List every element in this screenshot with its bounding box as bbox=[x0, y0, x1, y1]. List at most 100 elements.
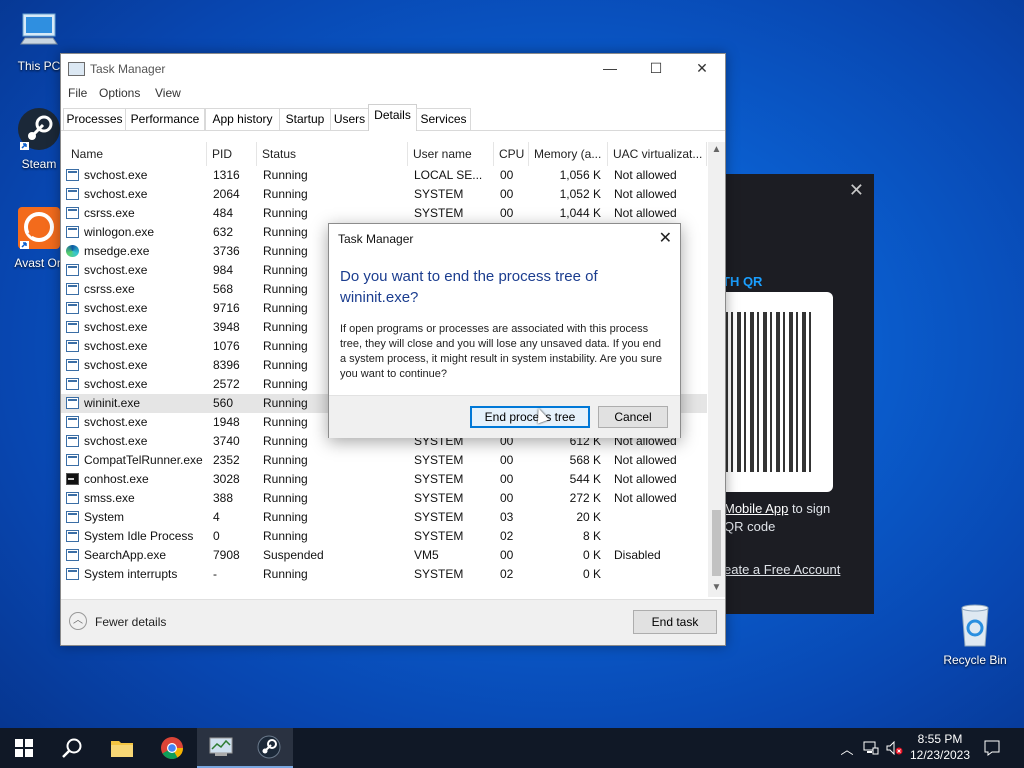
close-button[interactable]: ✕ bbox=[679, 54, 725, 82]
end-process-tree-button[interactable]: End process tree bbox=[470, 406, 590, 428]
cell-cpu: 00 bbox=[500, 491, 514, 505]
cell-memory: 568 K bbox=[569, 453, 601, 467]
qr-code-icon bbox=[724, 312, 812, 472]
process-icon bbox=[66, 492, 79, 504]
network-icon[interactable] bbox=[860, 728, 882, 768]
title-bar[interactable]: Task Manager — ☐ ✕ bbox=[61, 54, 725, 82]
cell-user: SYSTEM bbox=[414, 206, 464, 220]
chevron-up-icon[interactable]: ︿ bbox=[69, 612, 87, 630]
cell-uac: Not allowed bbox=[614, 168, 677, 182]
mobile-app-link[interactable]: Mobile App bbox=[724, 501, 788, 516]
cell-name: svchost.exe bbox=[84, 377, 148, 391]
scroll-up-icon[interactable]: ▲ bbox=[708, 144, 725, 155]
column-pid[interactable]: PID bbox=[207, 142, 257, 166]
cell-name: svchost.exe bbox=[84, 358, 148, 372]
cell-name: svchost.exe bbox=[84, 339, 148, 353]
process-icon bbox=[66, 549, 79, 561]
table-row[interactable]: svchost.exe 2064 Running SYSTEM 00 1,052 K Not… bbox=[61, 185, 707, 204]
cell-name: csrss.exe bbox=[84, 282, 135, 296]
column-uac[interactable]: UAC virtualizat... bbox=[608, 142, 707, 166]
cell-uac: Not allowed bbox=[614, 187, 677, 201]
tab-services[interactable]: Services bbox=[416, 108, 471, 130]
tab-startup[interactable]: Startup bbox=[279, 108, 331, 130]
table-row[interactable]: svchost.exe 1316 Running LOCAL SE... 00 1,056… bbox=[61, 166, 707, 185]
cell-memory: 272 K bbox=[569, 491, 601, 505]
file-explorer-button[interactable] bbox=[98, 728, 146, 768]
scroll-thumb[interactable] bbox=[712, 510, 721, 576]
cell-pid: 632 bbox=[213, 225, 234, 239]
cell-status: Running bbox=[263, 529, 308, 543]
cell-pid: 3740 bbox=[213, 434, 240, 448]
create-account-link[interactable]: eate a Free Account bbox=[724, 562, 840, 577]
maximize-button[interactable]: ☐ bbox=[633, 54, 679, 82]
desktop-icon-recycle-bin[interactable]: Recycle Bin bbox=[940, 602, 1010, 667]
task-manager-taskbar-button[interactable] bbox=[197, 728, 245, 768]
cell-cpu: 00 bbox=[500, 472, 514, 486]
cell-pid: 4 bbox=[213, 510, 220, 524]
task-manager-icon bbox=[68, 62, 85, 76]
cell-status: Running bbox=[263, 453, 308, 467]
cell-name: msedge.exe bbox=[84, 244, 150, 258]
edge-icon bbox=[66, 245, 79, 257]
process-icon bbox=[66, 454, 79, 466]
column-status[interactable]: Status bbox=[257, 142, 408, 166]
tab-processes[interactable]: Processes bbox=[63, 108, 126, 130]
table-row[interactable]: smss.exe 388 Running SYSTEM 00 272 K Not allow… bbox=[61, 489, 707, 508]
fewer-details-link[interactable]: Fewer details bbox=[95, 615, 166, 629]
menu-view[interactable]: View bbox=[155, 86, 181, 100]
close-icon[interactable]: ✕ bbox=[659, 228, 672, 248]
search-button[interactable] bbox=[48, 728, 96, 768]
chevron-up-icon[interactable]: ︿ bbox=[838, 728, 856, 768]
end-task-button[interactable]: End task bbox=[633, 610, 717, 634]
recycle-bin-icon bbox=[961, 604, 989, 647]
column-memory[interactable]: Memory (a... bbox=[529, 142, 608, 166]
table-row[interactable]: SearchApp.exe 7908 Suspended VM5 00 0 K Disabl… bbox=[61, 546, 707, 565]
cell-memory: 0 K bbox=[582, 567, 601, 581]
menu-file[interactable]: File bbox=[68, 86, 87, 100]
cell-cpu: 02 bbox=[500, 567, 514, 581]
tab-details[interactable]: Details bbox=[368, 104, 417, 131]
column-user-name[interactable]: User name bbox=[408, 142, 494, 166]
cell-pid: 2572 bbox=[213, 377, 240, 391]
cell-memory: 0 K bbox=[582, 548, 601, 562]
chrome-button[interactable] bbox=[148, 728, 196, 768]
cell-cpu: 02 bbox=[500, 529, 514, 543]
cell-uac: Not allowed bbox=[614, 206, 677, 220]
cell-uac: Not allowed bbox=[614, 491, 677, 505]
cell-cpu: 00 bbox=[500, 548, 514, 562]
qr-title: TH QR bbox=[722, 274, 763, 289]
steam-taskbar-button[interactable] bbox=[245, 728, 293, 768]
cell-pid: 9716 bbox=[213, 301, 240, 315]
cell-memory: 1,056 K bbox=[559, 168, 601, 182]
close-icon[interactable]: ✕ bbox=[849, 180, 864, 201]
table-row[interactable]: System Idle Process 0 Running SYSTEM 02 8 K bbox=[61, 527, 707, 546]
qr-code-text: QR code bbox=[724, 519, 776, 534]
process-icon bbox=[66, 530, 79, 542]
table-row[interactable]: conhost.exe 3028 Running SYSTEM 00 544 K Not a… bbox=[61, 470, 707, 489]
mobile-app-suffix: to sign bbox=[788, 501, 831, 516]
cell-memory: 8 K bbox=[582, 529, 601, 543]
minimize-button[interactable]: — bbox=[587, 54, 633, 82]
tab-app-history[interactable]: App history bbox=[205, 108, 280, 130]
process-icon bbox=[66, 283, 79, 295]
tab-users[interactable]: Users bbox=[330, 108, 369, 130]
table-row[interactable]: CompatTelRunner.exe 2352 Running SYSTEM 00 56… bbox=[61, 451, 707, 470]
tab-performance[interactable]: Performance bbox=[125, 108, 205, 130]
scroll-down-icon[interactable]: ▼ bbox=[708, 582, 725, 593]
column-cpu[interactable]: CPU bbox=[494, 142, 529, 166]
table-row[interactable]: System 4 Running SYSTEM 03 20 K bbox=[61, 508, 707, 527]
dialog-title: Task Manager bbox=[338, 232, 414, 246]
start-button[interactable] bbox=[0, 728, 48, 768]
vertical-scrollbar[interactable]: ▲ ▼ bbox=[708, 142, 725, 597]
cancel-button[interactable]: Cancel bbox=[598, 406, 668, 428]
table-row[interactable]: csrss.exe 484 Running SYSTEM 00 1,044 K Not al… bbox=[61, 204, 707, 223]
cell-user: SYSTEM bbox=[414, 567, 464, 581]
table-row[interactable]: System interrupts - Running SYSTEM 02 0 K bbox=[61, 565, 707, 584]
notification-icon[interactable] bbox=[980, 728, 1004, 768]
search-icon bbox=[62, 738, 82, 758]
system-clock[interactable]: 8:55 PM 12/23/2023 bbox=[900, 731, 980, 763]
footer-bar: ︿ Fewer details End task bbox=[61, 599, 725, 645]
menu-options[interactable]: Options bbox=[99, 86, 140, 100]
column-name[interactable]: Name bbox=[66, 142, 207, 166]
cell-pid: 568 bbox=[213, 282, 234, 296]
